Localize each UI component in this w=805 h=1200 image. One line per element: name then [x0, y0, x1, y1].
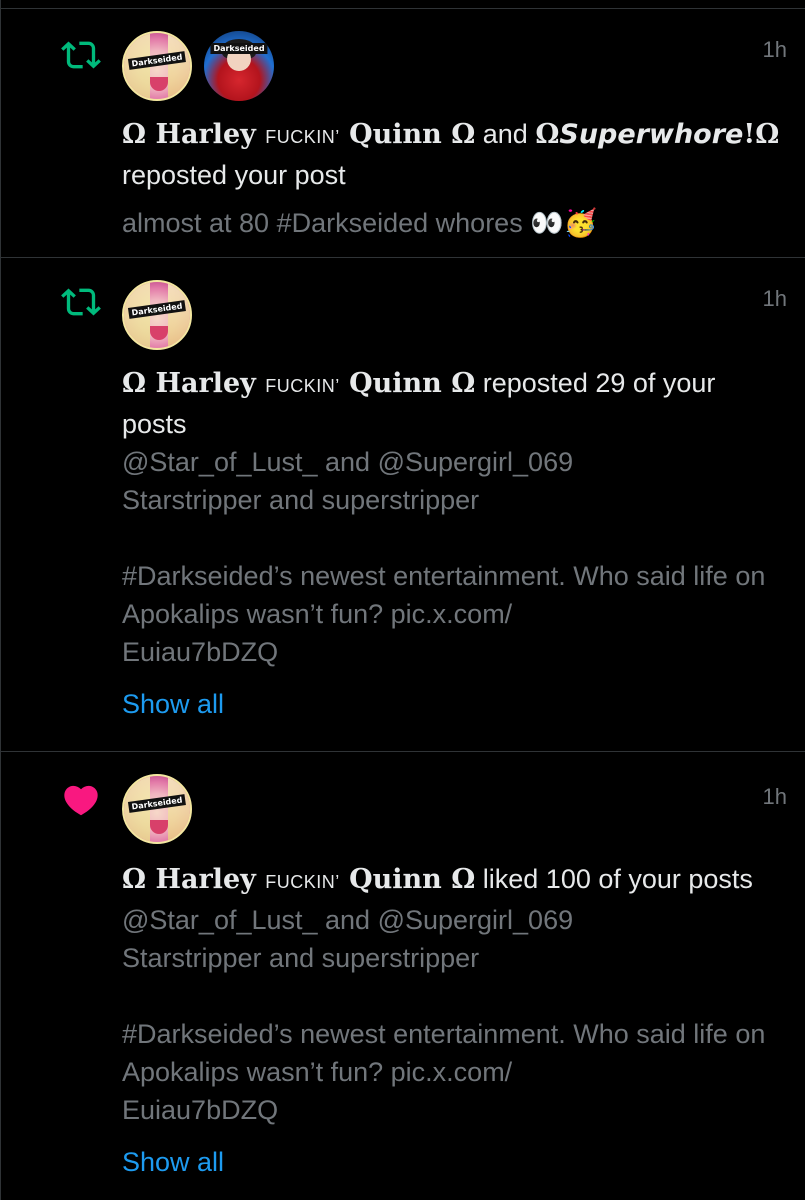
actor-name[interactable]: Ω Harley FUCKIN’ Quinn Ω [122, 864, 475, 895]
timestamp: 1h [762, 37, 787, 62]
joiner-text: and [482, 119, 528, 149]
avatar[interactable]: Darkseided [122, 774, 192, 844]
timestamp: 1h [762, 286, 787, 311]
actor-name[interactable]: Ω Harley FUCKIN’ Quinn Ω [122, 368, 475, 399]
avatar-label: Darkseided [210, 43, 268, 54]
actor-name[interactable]: Ω Harley FUCKIN’ Quinn Ω [122, 119, 475, 150]
headline: Ω Harley FUCKIN’ Quinn Ω liked 100 of yo… [122, 860, 785, 901]
heart-icon [61, 780, 101, 820]
preview-text: almost at 80 #Darkseided whores [122, 208, 523, 238]
action-text: liked 100 of your posts [482, 864, 753, 894]
repost-icon [61, 282, 101, 322]
post-preview[interactable]: @Star_of_Lust_ and @Supergirl_069 Starst… [122, 443, 785, 671]
show-all-link[interactable]: Show all [122, 1143, 224, 1181]
avatar-group: Darkseided Darkseided [122, 31, 274, 101]
notification-content: Ω Harley FUCKIN’ Quinn Ω reposted 29 of … [122, 364, 785, 723]
avatar[interactable]: Darkseided [122, 31, 192, 101]
avatar[interactable]: Darkseided [204, 31, 274, 101]
show-all-link[interactable]: Show all [122, 685, 224, 723]
notification-item[interactable]: Darkseided 1h Ω Harley FUCKIN’ Quinn Ω r… [1, 258, 805, 752]
actor-name[interactable]: ΩSuperwhore!Ω [535, 119, 779, 150]
repost-icon [61, 35, 101, 75]
timestamp: 1h [762, 784, 787, 809]
headline: Ω Harley FUCKIN’ Quinn Ω reposted 29 of … [122, 364, 785, 443]
action-text: reposted your post [122, 160, 346, 190]
notifications-feed: Darkseided Darkseided 1h Ω Harley FUCKIN… [0, 0, 805, 1200]
post-preview[interactable]: @Star_of_Lust_ and @Supergirl_069 Starst… [122, 901, 785, 1129]
avatar[interactable]: Darkseided [122, 280, 192, 350]
avatar-group: Darkseided [122, 280, 192, 350]
notification-content: Ω Harley FUCKIN’ Quinn Ω and ΩSuperwhore… [122, 115, 785, 243]
notification-item[interactable]: Darkseided 1h Ω Harley FUCKIN’ Quinn Ω l… [1, 752, 805, 1200]
notification-content: Ω Harley FUCKIN’ Quinn Ω liked 100 of yo… [122, 860, 785, 1181]
avatar-group: Darkseided [122, 774, 192, 844]
post-preview[interactable]: almost at 80 #Darkseided whores 👀🥳 [122, 204, 785, 243]
headline: Ω Harley FUCKIN’ Quinn Ω and ΩSuperwhore… [122, 115, 785, 194]
notification-item[interactable]: Darkseided Darkseided 1h Ω Harley FUCKIN… [1, 9, 805, 258]
preview-emoji: 👀🥳 [530, 208, 598, 239]
